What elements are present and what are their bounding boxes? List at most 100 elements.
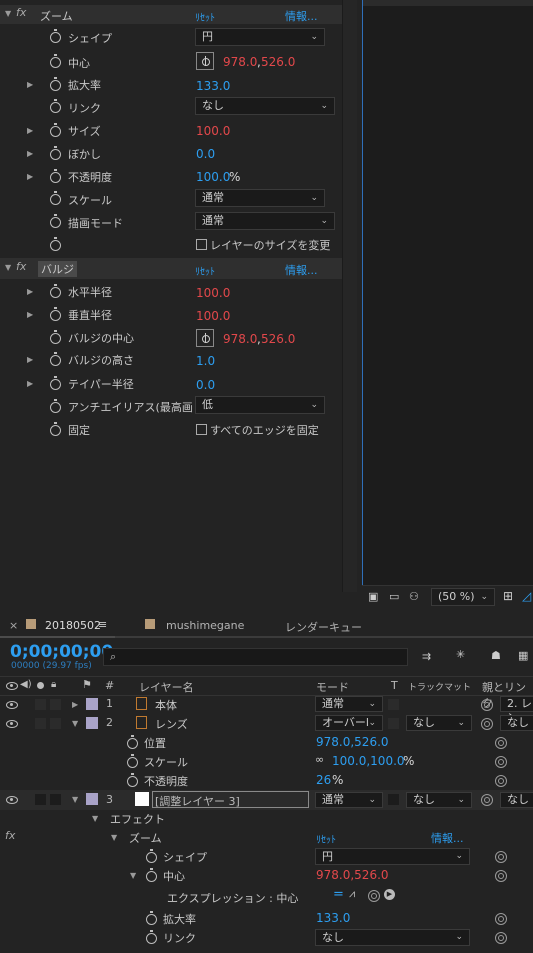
solo-icon[interactable] (37, 682, 44, 689)
stopwatch-icon[interactable] (127, 754, 138, 768)
fx-icon[interactable]: fx (16, 6, 26, 19)
scale-dropdown[interactable]: 通常 ⌄ (195, 189, 325, 207)
timecode-display[interactable]: 0;00;00;00 (10, 642, 113, 662)
vradius-value[interactable]: 100.0 (196, 309, 230, 323)
layer-row[interactable]: ▼ 3 [調整レイヤー 3] 通常 ⌄ なし ⌄ なし (0, 790, 533, 810)
stopwatch-icon[interactable] (50, 77, 61, 91)
col-layer-name[interactable]: レイヤー名 (139, 679, 194, 695)
fx-icon[interactable]: fx (16, 260, 26, 273)
pickwhip-icon[interactable] (495, 775, 507, 787)
stopwatch-icon[interactable] (127, 735, 138, 749)
layer-search-input[interactable]: ⌕ (103, 648, 408, 666)
pickwhip-icon[interactable] (481, 718, 493, 730)
eye-icon[interactable] (6, 701, 18, 709)
stopwatch-icon[interactable] (50, 169, 61, 183)
center-x-value[interactable]: 978.0 (223, 55, 257, 69)
stopwatch-icon[interactable] (50, 376, 61, 390)
pickwhip-icon[interactable] (495, 870, 507, 882)
hamburger-menu-icon[interactable]: ≡ (98, 618, 107, 631)
pickwhip-icon[interactable] (495, 932, 507, 944)
stopwatch-icon[interactable] (146, 868, 157, 882)
stopwatch-icon[interactable] (50, 99, 61, 113)
switch-box[interactable] (35, 699, 46, 710)
hradius-value[interactable]: 100.0 (196, 286, 230, 300)
collapse-triangle-icon[interactable]: ▼ (5, 9, 11, 18)
layer-name[interactable]: レンズ (155, 716, 188, 732)
collapse-triangle-icon[interactable]: ▼ (5, 263, 11, 272)
effect-controls-scrollbar[interactable] (342, 0, 357, 592)
effect-header-bulge[interactable]: ▼ fx バルジ ﾘｾｯﾄ 情報... (0, 258, 342, 279)
reset-link[interactable]: ﾘｾｯﾄ (316, 831, 336, 846)
parent-dropdown[interactable]: 2. レン (500, 696, 533, 724)
t-switch-box[interactable] (388, 794, 399, 805)
center-y-value[interactable]: 526.0 (261, 55, 295, 69)
taper-value[interactable]: 0.0 (196, 378, 215, 392)
blend-dropdown[interactable]: 通常 ⌄ (195, 212, 335, 230)
stopwatch-icon[interactable] (146, 930, 157, 944)
stopwatch-icon[interactable] (50, 399, 61, 413)
expand-triangle-icon[interactable]: ▶ (27, 310, 33, 319)
info-link[interactable]: 情報... (285, 8, 318, 24)
expand-triangle-icon[interactable]: ▶ (27, 149, 33, 158)
grid-icon[interactable]: ⊞ (503, 589, 513, 603)
stopwatch-icon[interactable] (127, 773, 138, 787)
t-switch-box[interactable] (388, 699, 399, 710)
expand-triangle-icon[interactable]: ▶ (27, 379, 33, 388)
switch-box[interactable] (35, 718, 46, 729)
collapse-triangle-icon[interactable]: ▼ (130, 871, 136, 880)
expand-triangle-icon[interactable]: ▶ (27, 172, 33, 181)
pickwhip-icon[interactable] (481, 794, 493, 806)
triangle-icon[interactable]: ◿ (522, 589, 531, 603)
graph-icon[interactable]: ⩘ (349, 887, 355, 901)
stopwatch-icon[interactable] (50, 284, 61, 298)
label-color-swatch[interactable] (86, 793, 98, 805)
label-tag-icon[interactable]: ⚑ (82, 678, 92, 691)
col-mode[interactable]: モード (316, 679, 349, 695)
reset-link[interactable]: ﾘｾｯﾄ (195, 9, 215, 24)
parent-dropdown[interactable]: なし (500, 792, 533, 808)
stopwatch-icon[interactable] (50, 422, 61, 436)
draft-3d-icon[interactable]: ✳ (456, 648, 465, 661)
resize-checkbox[interactable] (196, 239, 207, 250)
scale-value[interactable]: 100.0,100.0 (332, 754, 405, 768)
expand-triangle-icon[interactable]: ▶ (27, 126, 33, 135)
eye-icon[interactable] (6, 682, 18, 690)
pickwhip-icon[interactable] (495, 756, 507, 768)
stopwatch-icon[interactable] (146, 911, 157, 925)
crosshair-icon[interactable] (196, 52, 214, 70)
tab-comp-mushimegane[interactable]: mushimegane (166, 619, 244, 632)
language-menu-icon[interactable]: ▶ (384, 889, 395, 900)
bulge-height-value[interactable]: 1.0 (196, 354, 215, 368)
shape-dropdown[interactable]: 円 ⌄ (195, 28, 325, 46)
pickwhip-icon[interactable] (495, 737, 507, 749)
parent-dropdown[interactable]: なし (500, 715, 533, 731)
expand-triangle-icon[interactable]: ▶ (27, 287, 33, 296)
tab-comp-20180502[interactable]: 20180502 (45, 619, 101, 632)
collapse-triangle-icon[interactable]: ▼ (72, 719, 78, 728)
pin-edges-checkbox[interactable] (196, 424, 207, 435)
composition-viewer[interactable] (362, 0, 533, 608)
expand-triangle-icon[interactable]: ▶ (27, 80, 33, 89)
switch-box[interactable] (50, 718, 61, 729)
info-link[interactable]: 情報... (285, 262, 318, 278)
center-value[interactable]: 978.0,526.0 (316, 868, 389, 882)
speaker-icon[interactable]: ◀) (20, 679, 32, 690)
switch-box[interactable] (50, 699, 61, 710)
opacity-value[interactable]: 26 (316, 773, 331, 787)
collapse-triangle-icon[interactable]: ▼ (72, 795, 78, 804)
layer-mode-dropdown[interactable]: オーバーl ⌄ (315, 715, 383, 731)
stopwatch-icon[interactable] (146, 849, 157, 863)
reset-link[interactable]: ﾘｾｯﾄ (195, 263, 215, 278)
stopwatch-icon[interactable] (50, 191, 61, 205)
expand-triangle-icon[interactable]: ▶ (27, 355, 33, 364)
frame-blending-icon[interactable]: ▦ (518, 649, 528, 662)
effect-zoom-row[interactable]: fx ▼ ズーム ﾘｾｯﾄ 情報... (0, 828, 533, 847)
tab-render-queue[interactable]: レンダーキュー (285, 619, 362, 635)
track-matte-dropdown[interactable]: なし ⌄ (406, 715, 472, 731)
zoom-level-dropdown[interactable]: (50 %) ⌄ (431, 588, 495, 606)
fx-icon[interactable]: fx (5, 829, 15, 842)
layer-row[interactable]: ▶ 1 本体 通常⌄ 2. レン (0, 695, 533, 724)
collapse-triangle-icon[interactable]: ▼ (92, 814, 98, 823)
stopwatch-icon[interactable] (50, 123, 61, 137)
magnification-value[interactable]: 133.0 (316, 911, 350, 925)
